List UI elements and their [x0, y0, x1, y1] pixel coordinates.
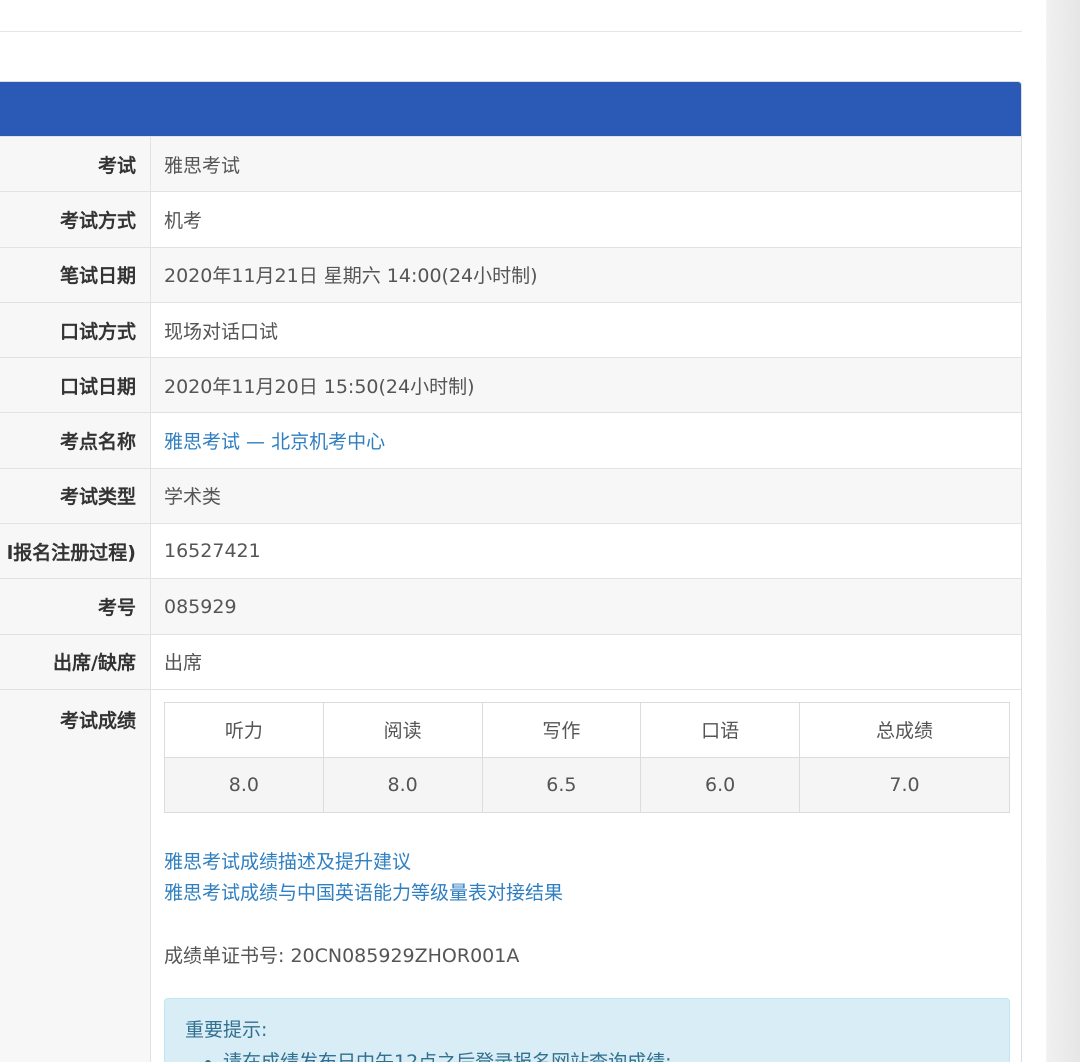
score-description-link[interactable]: 雅思考试成绩描述及提升建议 [164, 851, 411, 873]
score-overall: 7.0 [799, 756, 1010, 813]
score-panel: 考试 雅思考试 考试方式 机考 笔试日期 2020年11月21日 星期六 14:… [0, 81, 1022, 1062]
row-value: 出席 [151, 634, 1021, 689]
row-label: 口试方式 [0, 302, 151, 358]
row-value: 雅思考试 [151, 137, 1021, 192]
row-label: 考号 [0, 579, 151, 634]
page: 考试 雅思考试 考试方式 机考 笔试日期 2020年11月21日 星期六 14:… [0, 0, 1046, 1062]
important-notice: 重要提示: 请在成绩发布日中午12点之后登录报名网站查询成绩; [164, 997, 1010, 1062]
row-attendance: 出席/缺席 出席 [0, 633, 1021, 689]
row-label: l报名注册过程) [0, 524, 151, 579]
row-value: 雅思考试 — 北京机考中心 [151, 413, 1021, 468]
cse-alignment-link[interactable]: 雅思考试成绩与中国英语能力等级量表对接结果 [164, 882, 563, 904]
row-registration-id: l报名注册过程) 16527421 [0, 523, 1021, 579]
score-header-reading: 阅读 [322, 701, 483, 758]
score-header-listening: 听力 [164, 701, 324, 758]
notice-item: 请在成绩发布日中午12点之后登录报名网站查询成绩; [223, 1048, 989, 1062]
score-header-overall: 总成绩 [799, 701, 1010, 758]
top-divider [0, 31, 1022, 32]
score-reading: 8.0 [322, 756, 483, 813]
row-label: 出席/缺席 [0, 634, 151, 689]
row-label: 考试方式 [0, 192, 151, 247]
score-header-writing: 写作 [481, 701, 642, 758]
row-test-center: 考点名称 雅思考试 — 北京机考中心 [0, 412, 1021, 468]
row-value: 085929 [151, 579, 1021, 634]
row-label: 考试类型 [0, 468, 151, 524]
row-speaking-date: 口试日期 2020年11月20日 15:50(24小时制) [0, 357, 1021, 413]
score-listening: 8.0 [164, 756, 324, 813]
score-writing: 6.5 [481, 756, 642, 813]
row-exam-mode: 考试方式 机考 [0, 191, 1021, 247]
notice-title: 重要提示: [185, 1018, 268, 1041]
row-written-date: 笔试日期 2020年11月21日 星期六 14:00(24小时制) [0, 246, 1021, 302]
row-value: 现场对话口试 [151, 302, 1021, 358]
row-value: 听力 阅读 写作 口语 总成绩 8.0 8.0 6.5 6.0 7.0 雅思考试… [151, 689, 1021, 1062]
row-label: 考试 [0, 137, 151, 192]
row-scores: 考试成绩 听力 阅读 写作 口语 总成绩 8.0 8.0 6.5 6.0 7.0… [0, 688, 1021, 1062]
row-exam: 考试 雅思考试 [0, 136, 1021, 192]
score-links: 雅思考试成绩描述及提升建议 雅思考试成绩与中国英语能力等级量表对接结果 [164, 847, 1010, 909]
row-value: 16527421 [151, 524, 1021, 579]
row-candidate-number: 考号 085929 [0, 578, 1021, 634]
row-value: 2020年11月21日 星期六 14:00(24小时制) [151, 247, 1021, 302]
score-table: 听力 阅读 写作 口语 总成绩 8.0 8.0 6.5 6.0 7.0 [164, 701, 1010, 813]
row-label: 口试日期 [0, 358, 151, 413]
row-label: 考点名称 [0, 413, 151, 468]
panel-header [0, 82, 1021, 136]
row-label: 考试成绩 [0, 689, 151, 1062]
row-value: 学术类 [151, 468, 1021, 524]
test-center-link[interactable]: 雅思考试 — 北京机考中心 [164, 427, 385, 454]
score-header-speaking: 口语 [640, 701, 800, 758]
info-rows: 考试 雅思考试 考试方式 机考 笔试日期 2020年11月21日 星期六 14:… [0, 136, 1021, 689]
row-label: 笔试日期 [0, 247, 151, 302]
certificate-number: 成绩单证书号: 20CN085929ZHOR001A [164, 944, 520, 967]
notice-list: 请在成绩发布日中午12点之后登录报名网站查询成绩; [185, 1048, 989, 1062]
row-speaking-mode: 口试方式 现场对话口试 [0, 301, 1021, 358]
score-speaking: 6.0 [640, 756, 800, 813]
score-header-row: 听力 阅读 写作 口语 总成绩 [164, 701, 1010, 758]
row-value: 机考 [151, 192, 1021, 247]
row-value: 2020年11月20日 15:50(24小时制) [151, 358, 1021, 413]
score-value-row: 8.0 8.0 6.5 6.0 7.0 [164, 756, 1010, 813]
row-exam-type: 考试类型 学术类 [0, 467, 1021, 524]
